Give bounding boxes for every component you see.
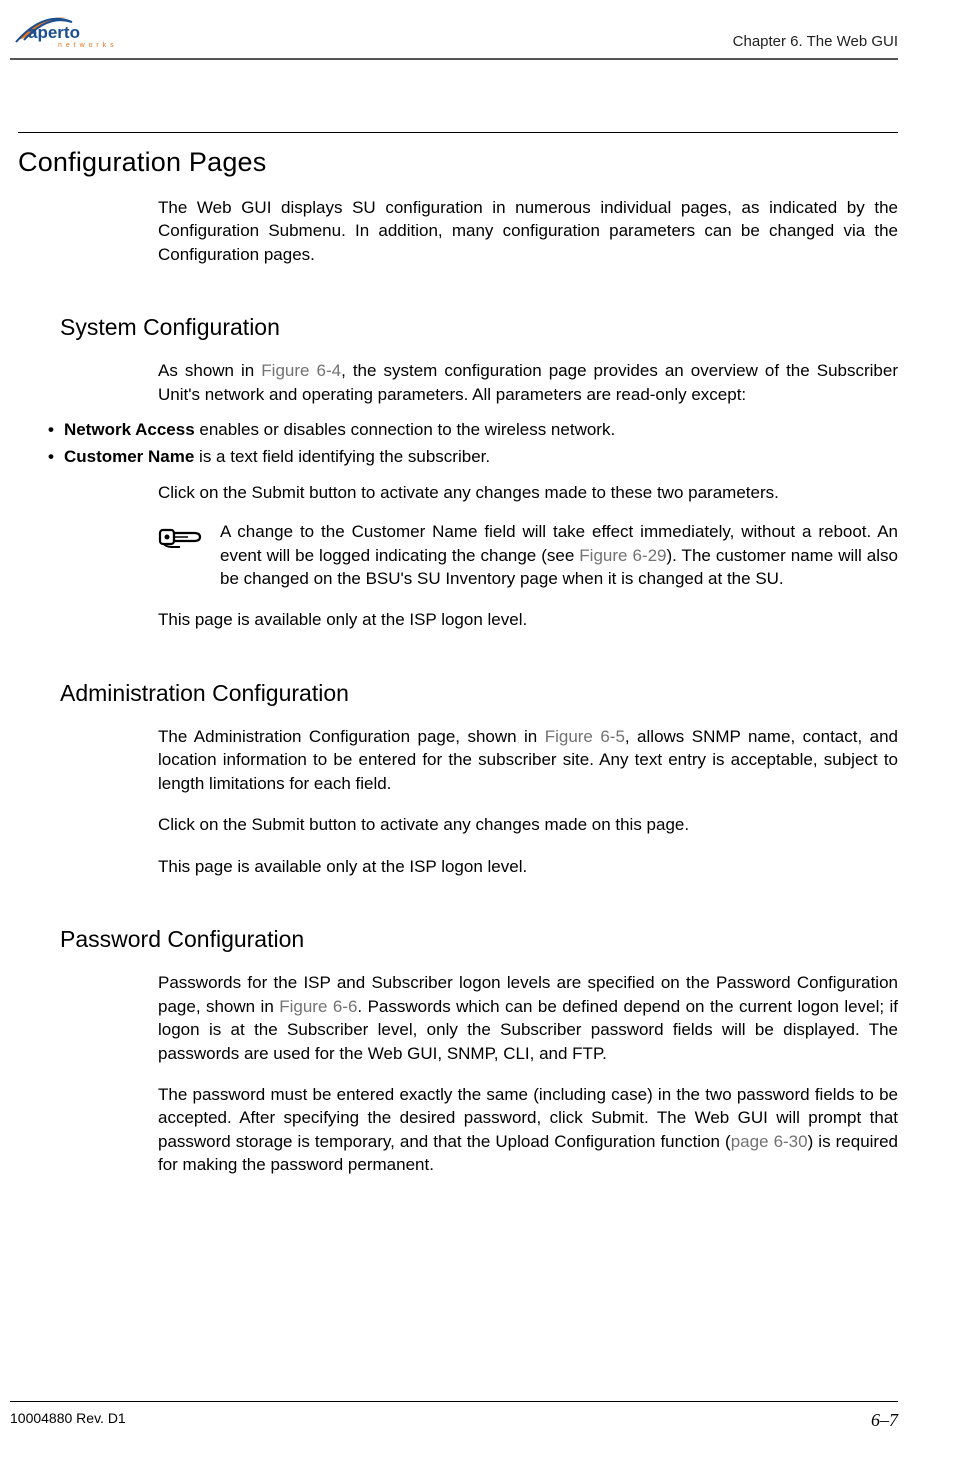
figure-ref[interactable]: Figure 6-29	[579, 546, 666, 565]
text: is a text field identifying the subscrib…	[194, 447, 490, 466]
bullet-marker: •	[48, 443, 54, 470]
page-ref[interactable]: page 6-30	[731, 1132, 808, 1151]
page-header: aperto n e t w o r k s Chapter 6. The We…	[10, 12, 898, 56]
page-title: Configuration Pages	[18, 132, 898, 178]
svg-text:aperto: aperto	[28, 23, 80, 42]
system-configuration-heading: System Configuration	[60, 314, 898, 341]
text: enables or disables connection to the wi…	[195, 420, 616, 439]
pointing-hand-icon	[158, 522, 202, 557]
svg-text:n e t w o r k s: n e t w o r k s	[58, 42, 115, 49]
adminconf-p2: Click on the Submit button to activate a…	[158, 813, 898, 836]
page-footer: 10004880 Rev. D1 6–7	[10, 1401, 898, 1431]
sysconf-p2: Click on the Submit button to activate a…	[158, 481, 898, 504]
sysconf-p3: This page is available only at the ISP l…	[158, 608, 898, 631]
pwdconf-p1: Passwords for the ISP and Subscriber log…	[158, 971, 898, 1065]
header-rule	[10, 58, 898, 60]
figure-ref[interactable]: Figure 6-6	[279, 997, 357, 1016]
doc-revision: 10004880 Rev. D1	[10, 1410, 126, 1431]
figure-ref[interactable]: Figure 6-4	[261, 361, 341, 380]
list-item: • Network Access enables or disables con…	[48, 416, 898, 443]
adminconf-p1: The Administration Configuration page, s…	[158, 725, 898, 795]
list-item-text: Customer Name is a text field identifyin…	[64, 443, 490, 470]
text: As shown in	[158, 361, 261, 380]
text: The Administration Configuration page, s…	[158, 727, 545, 746]
intro-paragraph: The Web GUI displays SU configuration in…	[158, 196, 898, 266]
note-text: A change to the Customer Name field will…	[220, 520, 898, 590]
bold-term: Network Access	[64, 420, 195, 439]
pwdconf-p2: The password must be entered exactly the…	[158, 1083, 898, 1177]
list-item-text: Network Access enables or disables conne…	[64, 416, 615, 443]
bullet-list: • Network Access enables or disables con…	[48, 416, 898, 470]
password-configuration-heading: Password Configuration	[60, 926, 898, 953]
admin-configuration-heading: Administration Configuration	[60, 680, 898, 707]
aperto-logo: aperto n e t w o r k s	[10, 12, 120, 52]
chapter-label: Chapter 6. The Web GUI	[733, 33, 898, 52]
list-item: • Customer Name is a text field identify…	[48, 443, 898, 470]
bullet-marker: •	[48, 416, 54, 443]
page-number: 6–7	[871, 1410, 898, 1431]
adminconf-p3: This page is available only at the ISP l…	[158, 855, 898, 878]
sysconf-p1: As shown in Figure 6-4, the system confi…	[158, 359, 898, 406]
note-block: A change to the Customer Name field will…	[158, 520, 898, 590]
figure-ref[interactable]: Figure 6-5	[545, 727, 625, 746]
bold-term: Customer Name	[64, 447, 194, 466]
